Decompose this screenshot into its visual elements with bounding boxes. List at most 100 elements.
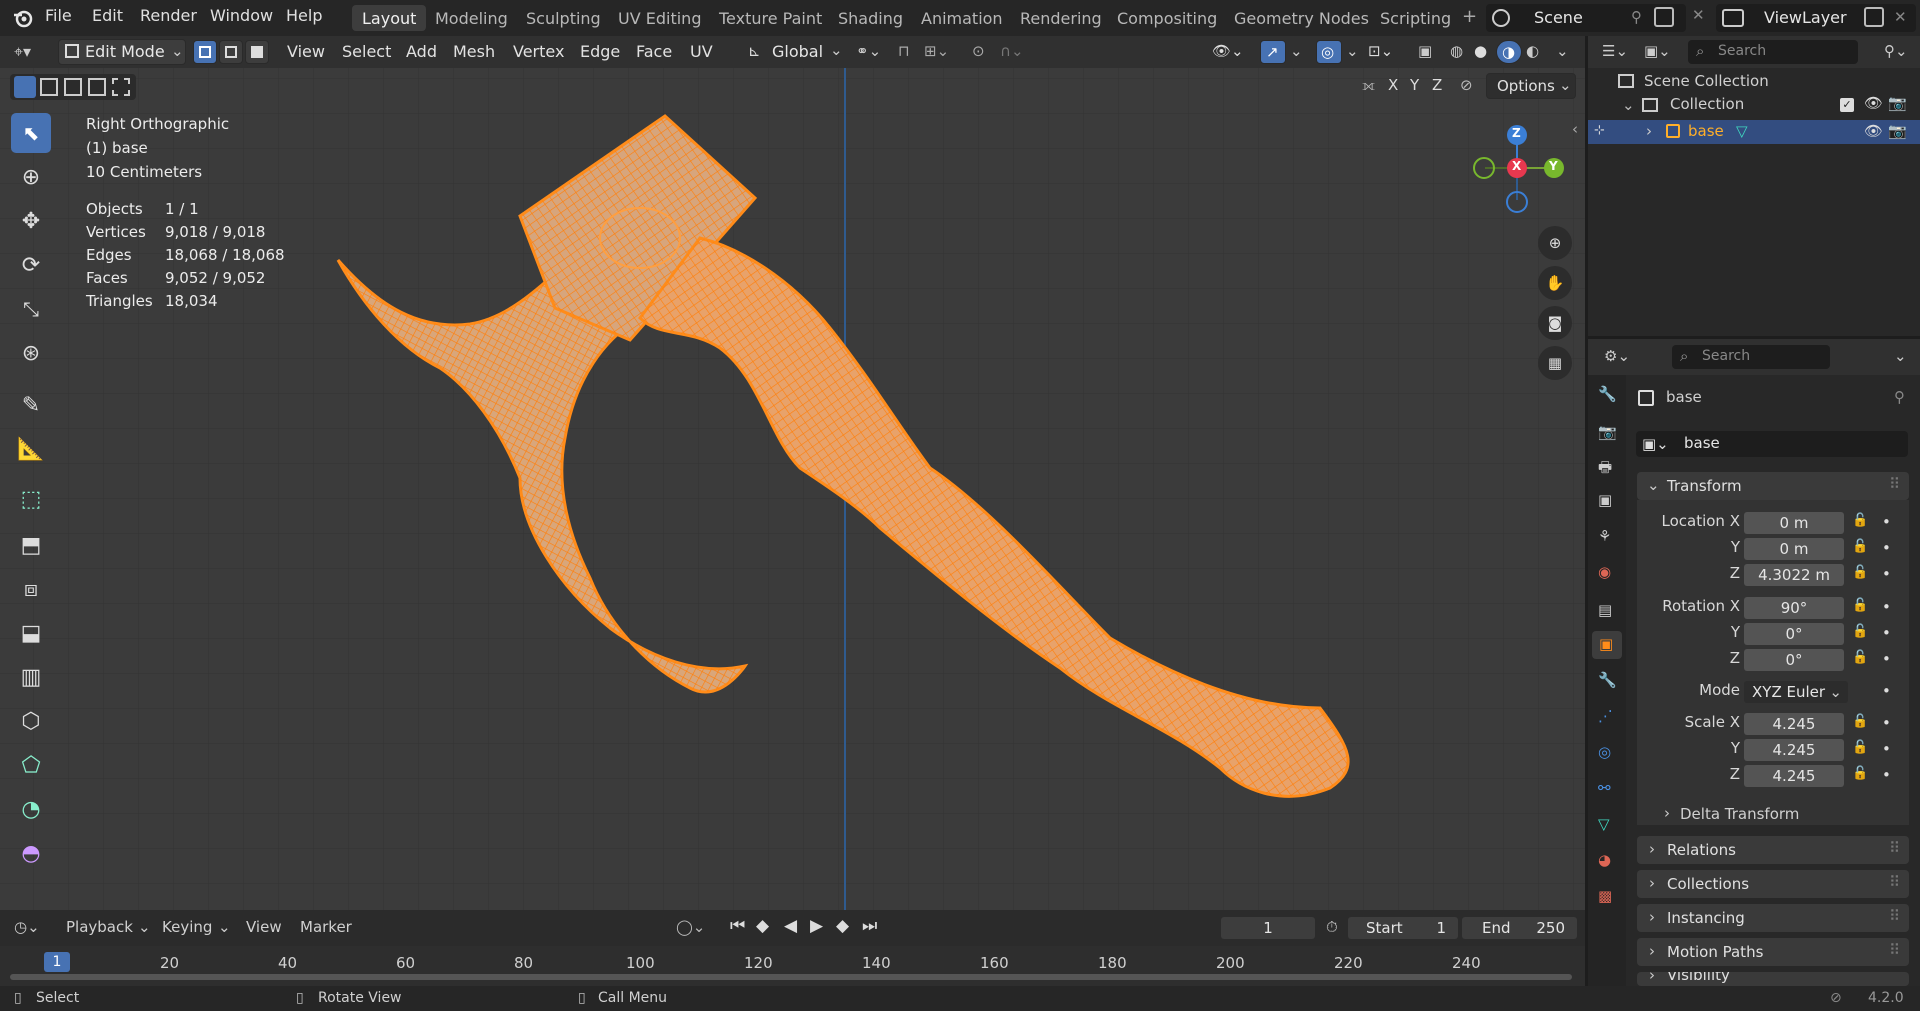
jump-end-icon[interactable]: ⏭ bbox=[862, 916, 877, 936]
keyframe-dot-icon[interactable]: • bbox=[1882, 598, 1891, 616]
next-keyframe-icon[interactable]: ◆ bbox=[836, 916, 849, 936]
keyframe-dot-icon[interactable]: • bbox=[1882, 650, 1891, 668]
data-tab-icon[interactable]: ▽ bbox=[1598, 815, 1610, 833]
view-layer-tab-icon[interactable]: ▣ bbox=[1598, 491, 1612, 509]
sidebar-toggle-icon[interactable]: ‹ bbox=[1572, 120, 1578, 138]
lock-icon[interactable]: 🔓 bbox=[1852, 539, 1868, 554]
tool-move[interactable]: ✥ bbox=[11, 201, 51, 241]
menu-view[interactable]: View bbox=[287, 42, 325, 61]
viewlayer-selector[interactable]: ViewLayer ✕ bbox=[1716, 4, 1916, 32]
menu-file[interactable]: File bbox=[45, 6, 72, 25]
camera-icon[interactable]: 📷 bbox=[1888, 122, 1907, 140]
expand-icon[interactable]: › bbox=[1646, 122, 1652, 140]
object-tab[interactable]: ▣ bbox=[1592, 631, 1622, 659]
tab-geometry-nodes[interactable]: Geometry Nodes bbox=[1224, 5, 1379, 31]
mirror-z-toggle[interactable]: Z bbox=[1432, 76, 1442, 94]
menu-playback[interactable]: Playback bbox=[66, 918, 133, 936]
keyframe-dot-icon[interactable]: • bbox=[1882, 513, 1891, 531]
location-y-field[interactable]: 0 m bbox=[1744, 538, 1844, 560]
end-frame-field[interactable]: End 250 bbox=[1462, 917, 1577, 939]
transform-panel-header[interactable]: ⌄ Transform ⠿ bbox=[1637, 472, 1909, 500]
timeline-scrollbar[interactable] bbox=[10, 974, 1572, 980]
drag-handle-icon[interactable]: ⠿ bbox=[1889, 873, 1900, 891]
overlay-toggle[interactable]: ◎ bbox=[1316, 40, 1342, 64]
mirror-icon[interactable]: ⟗ bbox=[1362, 76, 1375, 94]
menu-keying[interactable]: Keying bbox=[162, 918, 212, 936]
tool-select-box[interactable]: ⬉ bbox=[11, 113, 51, 153]
rotation-y-field[interactable]: 0° bbox=[1744, 623, 1844, 645]
pin-icon[interactable]: ⚲ bbox=[1894, 388, 1905, 406]
keyframe-dot-icon[interactable]: • bbox=[1882, 565, 1891, 583]
drag-handle-icon[interactable]: ⠿ bbox=[1889, 475, 1900, 493]
keyframe-dot-icon[interactable]: • bbox=[1882, 539, 1891, 557]
menu-edit[interactable]: Edit bbox=[92, 6, 123, 25]
play-reverse-icon[interactable]: ◀ bbox=[784, 916, 797, 936]
rendered-shading-icon[interactable]: ◐ bbox=[1526, 42, 1539, 60]
mirror-y-toggle[interactable]: Y bbox=[1410, 76, 1419, 94]
keyframe-dot-icon[interactable]: • bbox=[1882, 740, 1891, 758]
tool-measure[interactable]: 📐 bbox=[11, 429, 51, 469]
drag-handle-icon[interactable]: ⠿ bbox=[1889, 839, 1900, 857]
tab-sculpting[interactable]: Sculpting bbox=[516, 5, 611, 31]
location-x-field[interactable]: 0 m bbox=[1744, 512, 1844, 534]
eye-icon[interactable]: 👁 bbox=[1864, 122, 1883, 140]
new-viewlayer-icon[interactable] bbox=[1864, 7, 1884, 27]
tab-animation[interactable]: Animation bbox=[911, 5, 1013, 31]
tool-inset[interactable]: ⧈ bbox=[11, 569, 51, 609]
tool-poly-build[interactable]: ⬠ bbox=[11, 745, 51, 785]
filter-icon[interactable]: ⚲⌄ bbox=[1884, 42, 1908, 60]
play-icon[interactable]: ▶ bbox=[810, 916, 823, 936]
relations-panel-header[interactable]: › Relations ⠿ bbox=[1637, 836, 1909, 864]
snap-icon[interactable]: ⊓ bbox=[898, 42, 910, 60]
display-mode-icon[interactable]: ▣⌄ bbox=[1644, 42, 1671, 60]
menu-vertex[interactable]: Vertex bbox=[513, 42, 564, 61]
collection-checkbox[interactable]: ✓ bbox=[1840, 98, 1854, 112]
scene-tab-icon[interactable]: ⚘ bbox=[1598, 527, 1611, 545]
properties-search-input[interactable]: ⌕ Search bbox=[1672, 345, 1830, 369]
collections-panel-header[interactable]: › Collections ⠿ bbox=[1637, 870, 1909, 898]
menu-window[interactable]: Window bbox=[210, 6, 273, 25]
delta-transform-subpanel[interactable]: › Delta Transform bbox=[1650, 802, 1906, 826]
tab-uv-editing[interactable]: UV Editing bbox=[608, 5, 711, 31]
visibility-panel-header[interactable]: › Visibility bbox=[1637, 972, 1909, 986]
menu-edge[interactable]: Edge bbox=[580, 42, 620, 61]
tab-scripting[interactable]: Scripting bbox=[1370, 5, 1461, 31]
blender-logo-icon[interactable] bbox=[12, 7, 34, 29]
material-shading-button[interactable]: ◑ bbox=[1496, 40, 1522, 64]
snap-target-icon[interactable]: ⊞⌄ bbox=[924, 42, 949, 60]
auto-merge-icon[interactable]: ⊘ bbox=[1460, 76, 1473, 94]
solid-shading-icon[interactable]: ● bbox=[1474, 42, 1487, 60]
scene-selector[interactable]: Scene ⚲ bbox=[1486, 4, 1686, 32]
lock-icon[interactable]: 🔓 bbox=[1852, 714, 1868, 729]
lock-icon[interactable]: 🔓 bbox=[1852, 766, 1868, 781]
scene-collection-label[interactable]: Scene Collection bbox=[1644, 72, 1769, 90]
scale-y-field[interactable]: 4.245 bbox=[1744, 739, 1844, 761]
wireframe-shading-icon[interactable]: ◍ bbox=[1450, 42, 1463, 60]
timeline-area[interactable]: 1 20 40 60 80 100 120 140 160 180 200 22… bbox=[0, 946, 1585, 986]
visibility-icon[interactable]: 👁⌄ bbox=[1212, 42, 1244, 60]
proportional-edit-icon[interactable]: ⊙ bbox=[972, 42, 985, 60]
select-box-new-icon[interactable] bbox=[14, 76, 36, 98]
tool-bevel[interactable]: ⬓ bbox=[11, 613, 51, 653]
falloff-icon[interactable]: ∩⌄ bbox=[1000, 42, 1024, 60]
expand-collection-icon[interactable]: ⌄ bbox=[1622, 96, 1635, 114]
face-select-button[interactable] bbox=[245, 40, 269, 64]
tab-texture-paint[interactable]: Texture Paint bbox=[709, 5, 832, 31]
record-icon[interactable]: ◯⌄ bbox=[676, 918, 705, 936]
properties-editor-icon[interactable]: ⚙⌄ bbox=[1604, 347, 1630, 365]
tool-knife[interactable]: ⬡ bbox=[11, 701, 51, 741]
menu-help[interactable]: Help bbox=[286, 6, 322, 25]
keyframe-dot-icon[interactable]: • bbox=[1882, 766, 1891, 784]
material-tab-icon[interactable]: ◕ bbox=[1598, 851, 1611, 869]
options-dropdown[interactable]: Options ⌄ bbox=[1486, 73, 1576, 99]
select-intersect-icon[interactable] bbox=[112, 78, 130, 96]
mirror-x-toggle[interactable]: X bbox=[1388, 76, 1398, 94]
tab-compositing[interactable]: Compositing bbox=[1107, 5, 1227, 31]
eye-icon[interactable]: 👁 bbox=[1864, 94, 1883, 112]
object-name-field[interactable]: ▣⌄ base bbox=[1636, 431, 1908, 457]
chevron-down-icon[interactable]: ⌄ bbox=[1290, 42, 1303, 60]
jump-start-icon[interactable]: ⏮ bbox=[730, 916, 745, 936]
pan-button[interactable]: ✋ bbox=[1538, 266, 1572, 300]
edge-select-button[interactable] bbox=[219, 40, 243, 64]
menu-uv[interactable]: UV bbox=[690, 42, 713, 61]
